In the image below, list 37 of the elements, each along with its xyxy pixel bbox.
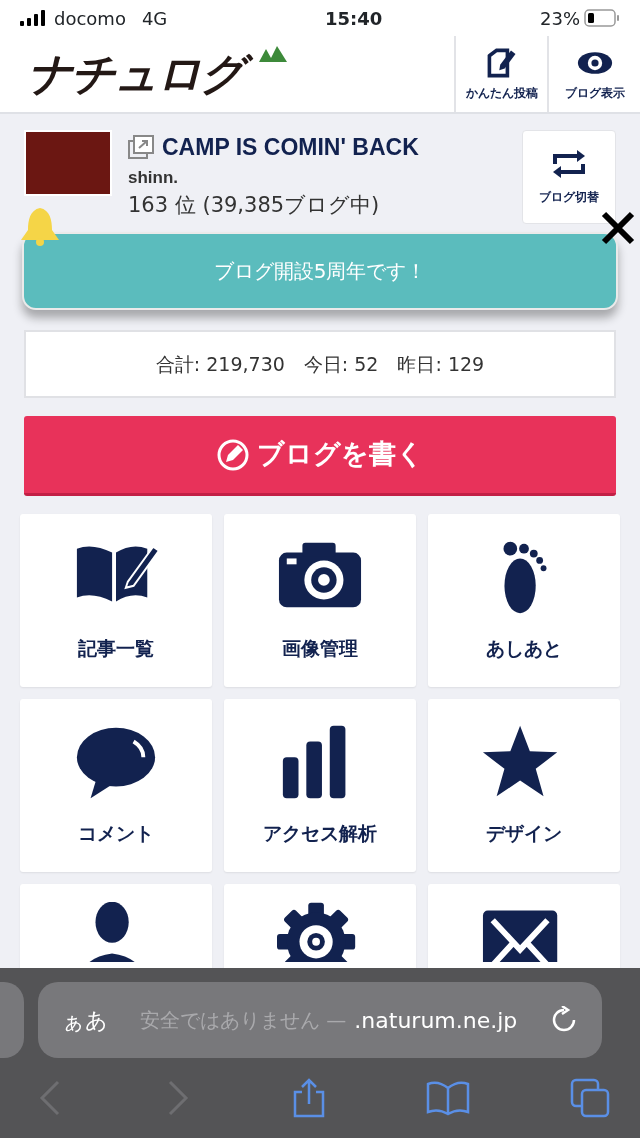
- blog-title[interactable]: CAMP IS COMIN' BACK: [162, 130, 419, 165]
- write-blog-button[interactable]: ブログを書く: [24, 416, 616, 496]
- tabs-icon[interactable]: [570, 1078, 610, 1118]
- share-icon[interactable]: [292, 1078, 326, 1118]
- battery-percent: 23%: [540, 6, 580, 31]
- blog-rank: 163 位 (39,385ブログ中): [128, 192, 381, 219]
- external-link-icon: [128, 135, 154, 160]
- reload-icon[interactable]: [550, 1006, 578, 1034]
- bell-icon: [18, 206, 62, 246]
- header-action-button[interactable]: ブログ表示: [547, 36, 640, 112]
- menu-tile[interactable]: デザイン: [428, 699, 620, 872]
- signal-icon: [20, 10, 46, 26]
- menu-tile[interactable]: 画像管理: [224, 514, 416, 687]
- menu-tile[interactable]: [224, 884, 416, 968]
- menu-tile[interactable]: コメント: [20, 699, 212, 872]
- pencil-icon: [216, 438, 249, 471]
- menu-tile[interactable]: [428, 884, 620, 968]
- menu-tile[interactable]: アクセス解析: [224, 699, 416, 872]
- mountain-icon: [259, 46, 287, 62]
- menu-tile[interactable]: 記事一覧: [20, 514, 212, 687]
- bookmarks-icon[interactable]: [426, 1080, 470, 1116]
- network-type: 4G: [141, 6, 168, 31]
- banner-text: ブログ開設5周年です！: [213, 258, 427, 285]
- battery-icon: [584, 9, 620, 27]
- carrier-name: docomo: [54, 6, 126, 31]
- close-icon[interactable]: [600, 210, 636, 246]
- clock: 15:40: [324, 6, 384, 31]
- repeat-icon: [551, 148, 587, 180]
- blog-switch-button[interactable]: ブログ切替: [522, 130, 616, 224]
- blog-author: shinn.: [128, 166, 180, 189]
- stats-text: 合計: 219,730 今日: 52 昨日: 129: [155, 351, 485, 377]
- text-size-button[interactable]: ぁあ: [62, 1003, 108, 1037]
- site-logo[interactable]: ナチュログ: [24, 45, 255, 103]
- menu-tile[interactable]: あしあと: [428, 514, 620, 687]
- menu-tile[interactable]: [20, 884, 212, 968]
- header-action-button[interactable]: かんたん投稿: [454, 36, 547, 112]
- domain-text: .naturum.ne.jp: [354, 1006, 518, 1035]
